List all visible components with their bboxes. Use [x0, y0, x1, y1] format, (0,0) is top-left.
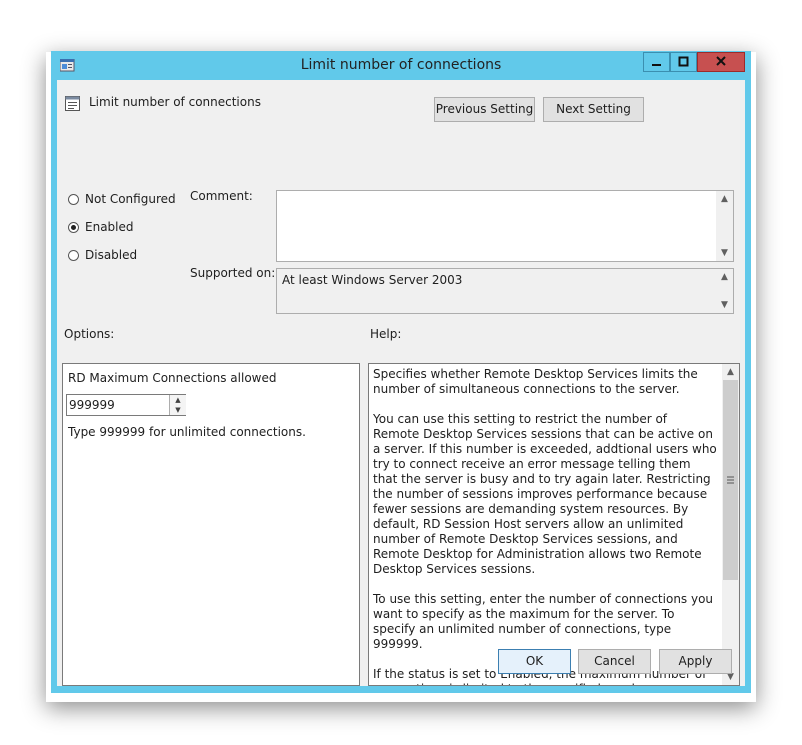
scroll-up-icon[interactable]: ▲: [716, 269, 733, 285]
enabled-label[interactable]: Enabled: [85, 220, 134, 234]
dialog-window: Limit number of connections Limit number…: [51, 51, 751, 693]
spin-down-icon[interactable]: ▼: [169, 405, 186, 415]
help-paragraph: To use this setting, enter the number of…: [373, 592, 714, 651]
ok-button[interactable]: OK: [498, 649, 571, 674]
maximize-button[interactable]: [670, 52, 697, 72]
options-label: Options:: [64, 327, 115, 341]
supported-on-field: At least Windows Server 2003 ▲ ▼: [276, 268, 734, 314]
help-panel: Specifies whether Remote Desktop Service…: [368, 363, 740, 686]
help-text: Specifies whether Remote Desktop Service…: [373, 367, 717, 685]
not-configured-label[interactable]: Not Configured: [85, 192, 176, 206]
supported-scrollbar[interactable]: ▲ ▼: [716, 269, 733, 313]
enabled-radio[interactable]: [68, 222, 79, 233]
radio-selected-dot: [71, 225, 76, 230]
minimize-button[interactable]: [643, 52, 670, 72]
scroll-up-icon[interactable]: ▲: [716, 191, 733, 207]
max-connections-hint: Type 999999 for unlimited connections.: [68, 425, 306, 439]
comment-scrollbar[interactable]: ▲ ▼: [716, 191, 733, 261]
help-scrollbar[interactable]: ▲ ▼: [722, 364, 739, 685]
disabled-label[interactable]: Disabled: [85, 248, 137, 262]
policy-setting-icon: [65, 96, 80, 111]
close-icon: [716, 56, 726, 66]
max-connections-spinbox[interactable]: 999999 ▲ ▼: [66, 394, 186, 416]
dialog-client: Limit number of connections Previous Set…: [57, 80, 745, 686]
next-setting-button[interactable]: Next Setting: [543, 97, 644, 122]
previous-setting-button[interactable]: Previous Setting: [434, 97, 535, 122]
help-paragraph: Specifies whether Remote Desktop Service…: [373, 367, 698, 396]
supported-on-value: At least Windows Server 2003: [282, 273, 463, 287]
comment-label: Comment:: [190, 189, 253, 203]
close-button[interactable]: [697, 52, 745, 72]
help-label: Help:: [370, 327, 402, 341]
options-panel: RD Maximum Connections allowed 999999 ▲ …: [62, 363, 360, 686]
max-connections-label: RD Maximum Connections allowed: [68, 371, 277, 385]
apply-button[interactable]: Apply: [659, 649, 732, 674]
scroll-up-icon[interactable]: ▲: [722, 364, 739, 380]
supported-on-label: Supported on:: [190, 266, 276, 280]
grip-icon: [727, 476, 734, 484]
scroll-down-icon[interactable]: ▼: [716, 297, 733, 313]
not-configured-radio[interactable]: [68, 194, 79, 205]
policy-name: Limit number of connections: [89, 95, 261, 109]
scroll-down-icon[interactable]: ▼: [716, 245, 733, 261]
max-connections-input[interactable]: 999999: [69, 398, 115, 412]
maximize-icon: [678, 56, 689, 67]
comment-field[interactable]: ▲ ▼: [276, 190, 734, 262]
scroll-thumb[interactable]: [723, 380, 738, 580]
disabled-radio[interactable]: [68, 250, 79, 261]
cancel-button[interactable]: Cancel: [578, 649, 651, 674]
help-paragraph: You can use this setting to restrict the…: [373, 412, 717, 576]
title-bar[interactable]: Limit number of connections: [51, 51, 751, 80]
minimize-icon: [652, 64, 661, 66]
